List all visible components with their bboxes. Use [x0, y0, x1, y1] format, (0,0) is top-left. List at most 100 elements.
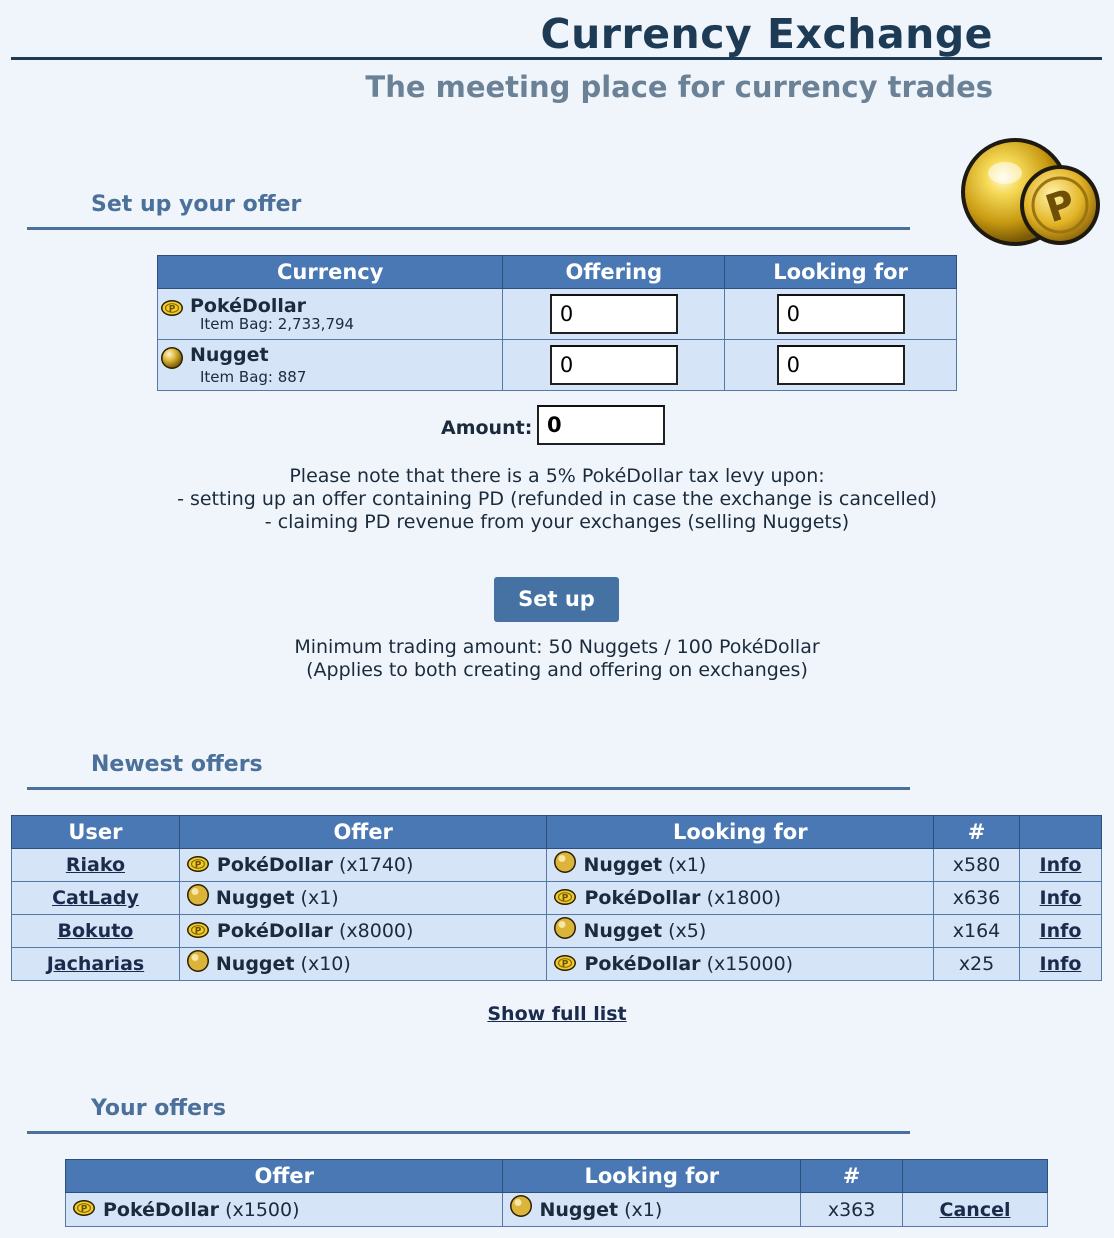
pokedollar-icon: P — [186, 921, 209, 938]
quantity: (x1) — [624, 1198, 663, 1221]
offer-cell: Nugget (x10) — [178, 947, 548, 981]
action-column-header — [1019, 815, 1102, 849]
currency-name: Nugget — [583, 854, 663, 876]
action-column-header — [902, 1159, 1048, 1193]
user-link[interactable]: Riako — [66, 854, 125, 876]
table-row: Riako P PokéDollar (x1740) Nugget (x1) x580 I… — [11, 848, 1102, 882]
svg-text:P: P — [562, 959, 569, 969]
currency-name: Nugget — [539, 1198, 619, 1221]
pokedollar-icon: P — [161, 300, 183, 316]
pokedollar-looking-input[interactable]: 0 — [776, 294, 905, 334]
offer-count: x636 — [933, 881, 1020, 915]
looking-for-cell: Nugget (x1) — [546, 848, 935, 882]
user-link[interactable]: CatLady — [52, 887, 139, 909]
looking-for-column-header: Looking for — [502, 1159, 802, 1193]
setup-section-heading: Set up your offer — [27, 194, 910, 230]
info-link[interactable]: Info — [1040, 953, 1082, 975]
currency-name: Nugget — [583, 920, 663, 942]
page-subtitle: The meeting place for currency trades — [365, 70, 993, 104]
nugget-icon — [554, 916, 577, 939]
quantity: (x1740) — [338, 854, 414, 876]
item-bag-count: Item Bag: 887 — [200, 368, 307, 386]
quantity: (x15000) — [706, 953, 794, 975]
looking-for-cell: Nugget (x1) — [502, 1192, 802, 1227]
looking-for-column-header: Looking for — [724, 255, 957, 289]
looking-for-cell: P PokéDollar (x1800) — [546, 881, 935, 915]
setup-row-nugget: Nugget Item Bag: 887 0 0 — [156, 339, 957, 391]
currency-name: Nugget — [215, 953, 295, 975]
set-up-button[interactable]: Set up — [494, 577, 619, 622]
newest-offers-heading: Newest offers — [27, 754, 910, 790]
currency-coins-icon: P — [961, 138, 1100, 246]
nugget-icon — [554, 850, 577, 873]
offering-column-header: Offering — [502, 255, 726, 289]
cancel-link[interactable]: Cancel — [940, 1199, 1011, 1221]
nugget-offering-input[interactable]: 0 — [549, 345, 678, 385]
svg-text:P: P — [195, 926, 202, 936]
pokedollar-icon: P — [186, 855, 209, 872]
your-offers-table: Offer Looking for # P PokéDollar (x1500) N… — [64, 1159, 1048, 1227]
quantity: (x1800) — [706, 887, 782, 909]
user-link[interactable]: Bokuto — [58, 920, 134, 942]
nugget-icon — [161, 347, 183, 369]
setup-offer-table: Currency Offering Looking for P PokéDoll… — [156, 255, 957, 391]
currency-name: PokéDollar — [216, 920, 333, 942]
count-column-header: # — [800, 1159, 904, 1193]
table-row: Bokuto P PokéDollar (x8000) Nugget (x5) x164… — [11, 914, 1102, 948]
offer-column-header: Offer — [64, 1159, 504, 1193]
offer-count: x164 — [933, 914, 1020, 948]
amount-input[interactable]: 0 — [537, 405, 665, 445]
minimum-amount-note: Minimum trading amount: 50 Nuggets / 100… — [294, 636, 820, 681]
offer-cell: P PokéDollar (x1500) — [64, 1192, 504, 1227]
newest-offers-table: User Offer Looking for # Riako P PokéDolla… — [11, 815, 1102, 981]
offer-count: x25 — [933, 947, 1020, 981]
nugget-icon — [186, 883, 209, 906]
count-column-header: # — [933, 815, 1020, 849]
svg-text:P: P — [169, 305, 176, 315]
info-link[interactable]: Info — [1040, 887, 1082, 909]
setup-row-pokedollar: P PokéDollar Item Bag: 2,733,794 0 0 — [156, 288, 957, 340]
svg-text:P: P — [562, 893, 569, 903]
nugget-icon — [186, 949, 209, 972]
pokedollar-icon: P — [554, 954, 577, 971]
offer-column-header: Offer — [178, 815, 548, 849]
quantity: (x10) — [300, 953, 351, 975]
pokedollar-icon: P — [554, 888, 577, 905]
quantity: (x1) — [668, 854, 707, 876]
quantity: (x1500) — [225, 1198, 300, 1221]
currency-name: Nugget — [215, 887, 295, 909]
amount-label: Amount: — [441, 417, 533, 439]
page-title: Currency Exchange — [540, 10, 993, 58]
info-link[interactable]: Info — [1040, 920, 1082, 942]
svg-text:P: P — [195, 860, 202, 870]
svg-text:P: P — [81, 1205, 88, 1215]
table-row: Jacharias Nugget (x10) P PokéDollar (x15000… — [11, 947, 1102, 981]
show-full-list-link[interactable]: Show full list — [487, 1003, 626, 1025]
pokedollar-icon: P — [73, 1200, 95, 1216]
currency-name: PokéDollar — [190, 295, 307, 317]
your-offers-heading: Your offers — [27, 1098, 910, 1134]
item-bag-count: Item Bag: 2,733,794 — [200, 315, 355, 333]
looking-for-column-header: Looking for — [546, 815, 935, 849]
quantity: (x1) — [300, 887, 339, 909]
user-column-header: User — [11, 815, 180, 849]
nugget-icon — [510, 1195, 533, 1217]
table-row: CatLady Nugget (x1) P PokéDollar (x1800) x63… — [11, 881, 1102, 915]
offer-cell: P PokéDollar (x8000) — [178, 914, 548, 948]
pokedollar-offering-input[interactable]: 0 — [549, 294, 678, 334]
offer-cell: Nugget (x1) — [178, 881, 548, 915]
currency-name: Nugget — [190, 344, 269, 366]
quantity: (x8000) — [338, 920, 414, 942]
currency-column-header: Currency — [156, 255, 504, 289]
offer-count: x580 — [933, 848, 1020, 882]
user-link[interactable]: Jacharias — [47, 953, 145, 975]
table-row: P PokéDollar (x1500) Nugget (x1) x363 Cancel — [64, 1192, 1048, 1227]
currency-name: PokéDollar — [584, 953, 701, 975]
looking-for-cell: Nugget (x5) — [546, 914, 935, 948]
offer-cell: P PokéDollar (x1740) — [178, 848, 548, 882]
nugget-looking-input[interactable]: 0 — [776, 345, 905, 385]
offer-count: x363 — [800, 1192, 904, 1227]
info-link[interactable]: Info — [1040, 854, 1082, 876]
currency-name: PokéDollar — [216, 854, 333, 876]
title-divider — [11, 57, 1102, 60]
